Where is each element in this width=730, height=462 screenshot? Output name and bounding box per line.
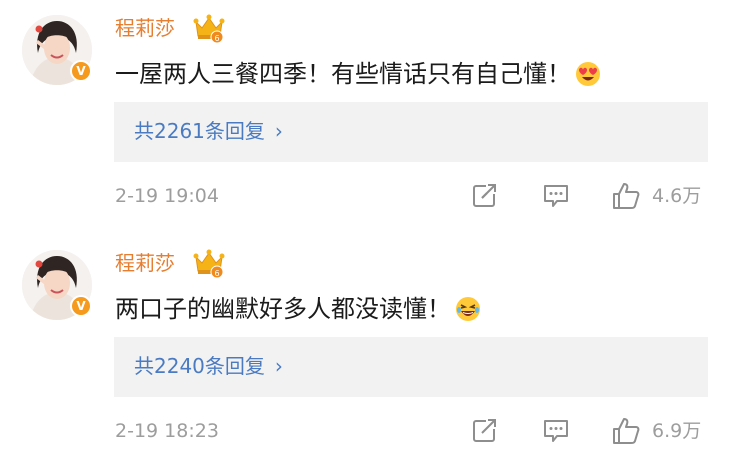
comment-button[interactable] [541, 415, 571, 445]
comment-item: V 程莉莎 6 两口子的幽默好多人都没读懂！ 共2240条回复 › 2-19 18… [0, 235, 730, 462]
svg-text:6: 6 [214, 34, 219, 43]
comment-button[interactable] [541, 180, 571, 210]
timestamp: 2-19 19:04 [115, 185, 219, 207]
replies-box[interactable]: 共2240条回复 › [114, 337, 708, 397]
comment-text: 一屋两人三餐四季！有些情话只有自己懂！ [115, 57, 601, 96]
like-count: 4.6万 [652, 185, 702, 207]
crown-badge-icon: 6 [193, 249, 225, 279]
author-name[interactable]: 程莉莎 [115, 14, 175, 42]
replies-count[interactable]: 共2240条回复 [134, 354, 265, 378]
comment-item: V 程莉莎 6 一屋两人三餐四季！有些情话只有自己懂！ 共2261条回复 › 2-… [0, 0, 730, 227]
view-replies-link[interactable]: 共2261条回复 › [134, 116, 283, 146]
timestamp: 2-19 18:23 [115, 420, 219, 442]
comment-icon [544, 420, 568, 442]
laughing-emoji-icon [455, 296, 481, 331]
share-button[interactable] [470, 415, 500, 445]
thumbs-up-icon [613, 183, 640, 209]
comment-text-body: 一屋两人三餐四季！有些情话只有自己懂！ [115, 60, 571, 88]
replies-box[interactable]: 共2261条回复 › [114, 102, 708, 162]
chevron-right-icon: › [274, 354, 283, 378]
like-count: 6.9万 [652, 420, 702, 442]
like-button[interactable] [610, 180, 642, 212]
svg-text:6: 6 [214, 269, 219, 278]
chevron-right-icon: › [274, 119, 283, 143]
crown-badge-icon: 6 [193, 14, 225, 44]
author-name[interactable]: 程莉莎 [115, 249, 175, 277]
verified-badge-icon: V [70, 60, 92, 82]
view-replies-link[interactable]: 共2240条回复 › [134, 351, 283, 381]
replies-count[interactable]: 共2261条回复 [134, 119, 265, 143]
comment-text-body: 两口子的幽默好多人都没读懂！ [115, 295, 451, 323]
share-button[interactable] [470, 180, 500, 210]
like-button[interactable] [610, 415, 642, 447]
comment-icon [544, 185, 568, 207]
thumbs-up-icon [613, 418, 640, 444]
share-icon [473, 419, 496, 442]
verified-badge-icon: V [70, 295, 92, 317]
heart-eyes-emoji-icon [575, 61, 601, 96]
share-icon [473, 184, 496, 207]
comment-text: 两口子的幽默好多人都没读懂！ [115, 292, 481, 331]
